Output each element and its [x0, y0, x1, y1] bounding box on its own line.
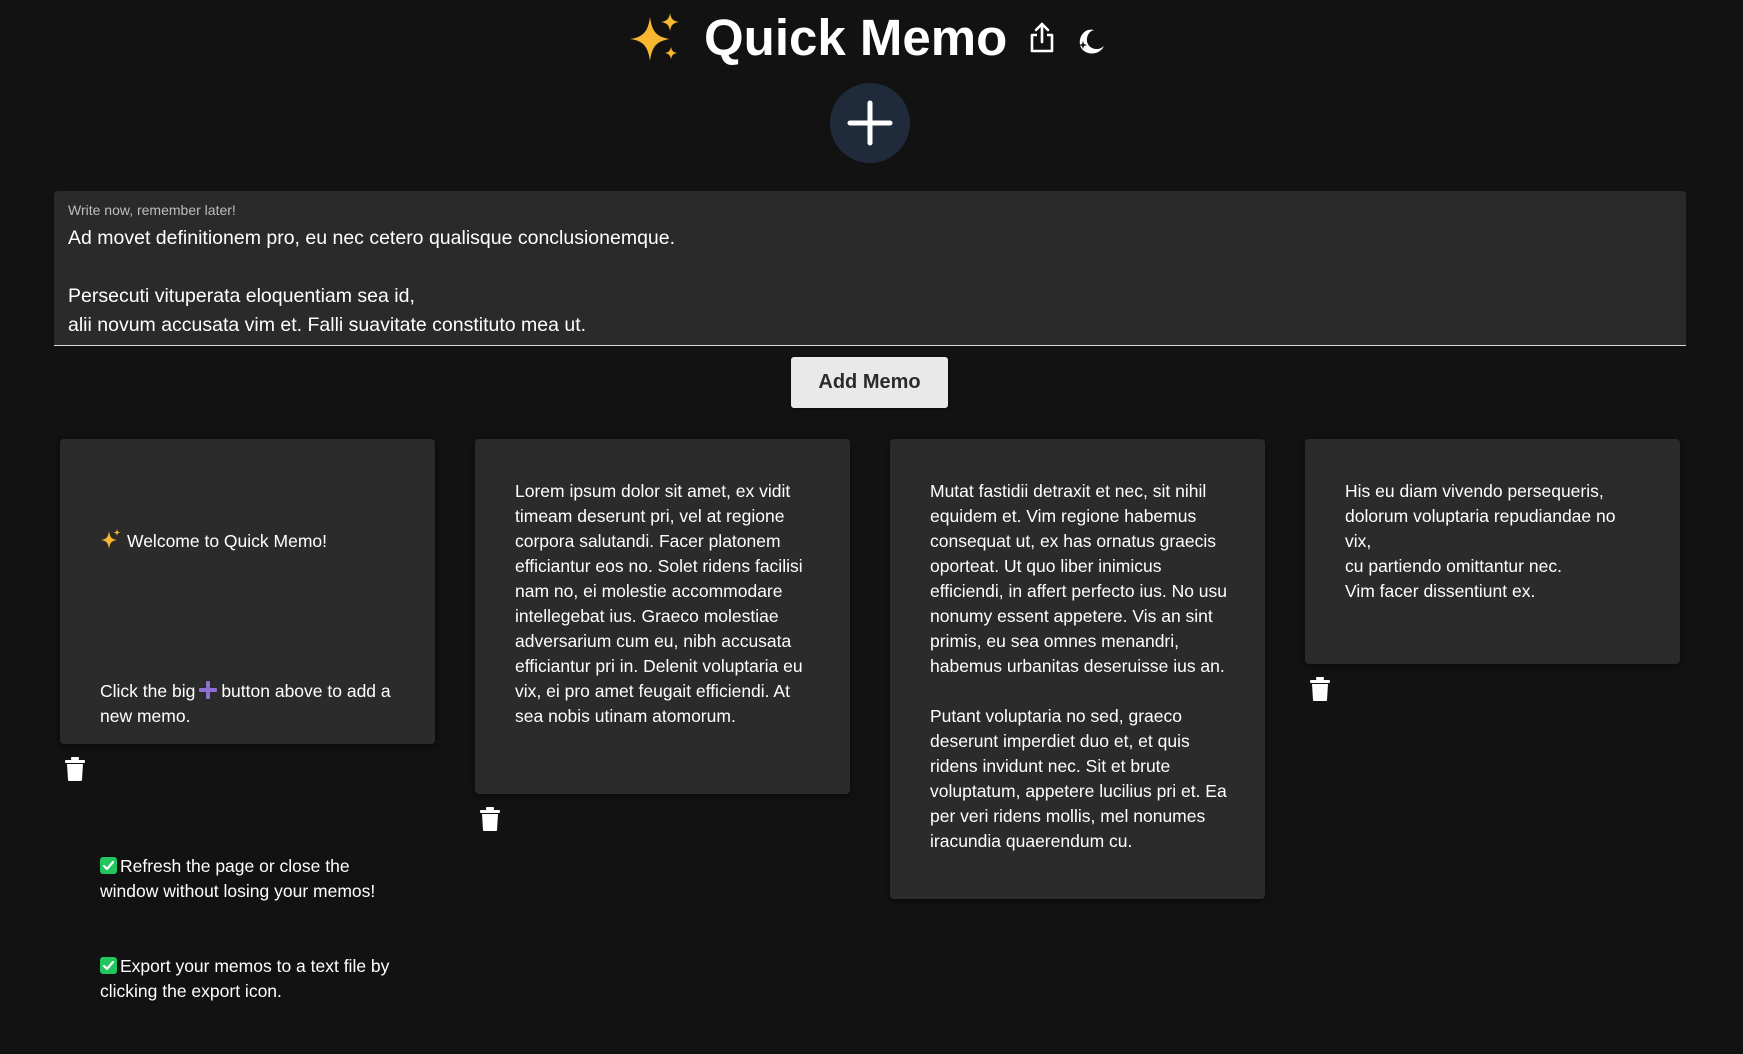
moon-icon[interactable]: [1076, 24, 1106, 56]
check-icon: [100, 957, 117, 974]
welcome-title: Welcome to Quick Memo!: [127, 531, 328, 551]
add-memo-button[interactable]: Add Memo: [791, 357, 948, 408]
plus-icon: [199, 681, 218, 699]
welcome-line-before: Click the big: [100, 681, 196, 701]
share-export-icon[interactable]: [1027, 20, 1057, 56]
memo-card: Lorem ipsum dolor sit amet, ex vidit tim…: [475, 439, 850, 794]
textarea-label: Write now, remember later!: [68, 202, 236, 218]
page-title: Quick Memo: [704, 9, 1008, 66]
header: Quick Memo: [0, 0, 1743, 80]
memo-text: Mutat fastidii detraxit et nec, sit nihi…: [930, 481, 1228, 851]
memo-textarea[interactable]: Write now, remember later! Ad movet defi…: [54, 191, 1686, 346]
trash-icon[interactable]: [64, 756, 86, 782]
memo-card: Welcome to Quick Memo! Click the big butt…: [60, 439, 435, 1001]
sparkles-icon: [101, 529, 121, 549]
memo-card: His eu diam vivendo persequeris, dolorum…: [1305, 439, 1680, 664]
memo-text: Lorem ipsum dolor sit amet, ex vidit tim…: [515, 481, 808, 726]
memo-card: Mutat fastidii detraxit et nec, sit nihi…: [890, 439, 1265, 899]
memo-text: His eu diam vivendo persequeris, dolorum…: [1345, 481, 1616, 601]
add-note-button[interactable]: [830, 83, 910, 163]
tip-export: Export your memos to a text file by clic…: [100, 956, 395, 1001]
memo-text: Welcome to Quick Memo! Click the big butt…: [100, 479, 400, 1054]
trash-icon[interactable]: [479, 806, 501, 832]
textarea-value[interactable]: Ad movet definitionem pro, eu nec cetero…: [68, 224, 1658, 340]
trash-icon[interactable]: [1309, 676, 1331, 702]
plus-icon: [847, 100, 893, 146]
sparkles-icon: [630, 13, 679, 61]
tip-refresh: Refresh the page or close the window wit…: [100, 856, 376, 901]
check-icon: [100, 857, 117, 874]
